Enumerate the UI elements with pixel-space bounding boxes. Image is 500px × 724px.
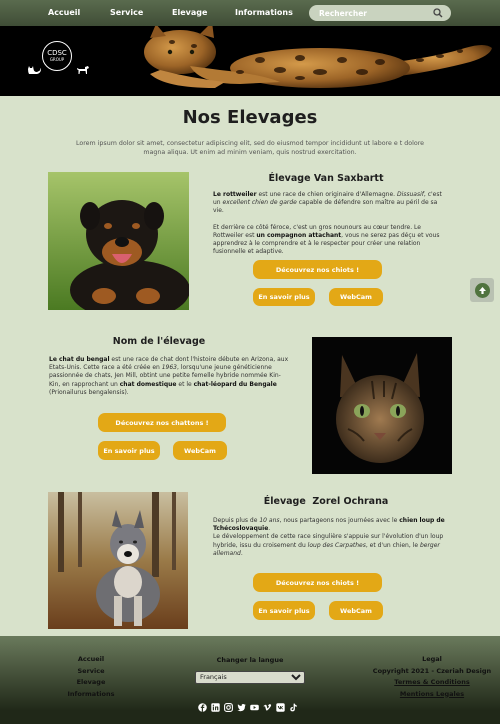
section2-text: Le chat du bengal est une race de chat d… xyxy=(49,356,289,396)
footer-link-service[interactable]: Service xyxy=(60,666,122,678)
section1-title: Élevage Van Saxbartt xyxy=(268,173,384,184)
footer-link-accueil[interactable]: Accueil xyxy=(60,654,122,666)
language-label: Changer la langue xyxy=(216,656,284,664)
search-input[interactable] xyxy=(309,7,427,19)
mentions-link[interactable]: Mentions Legales xyxy=(367,689,497,701)
learn-more-button-3[interactable]: En savoir plus xyxy=(253,601,315,620)
discover-puppies-button-3[interactable]: Découvrez nos chiots ! xyxy=(253,573,382,592)
linkedin-icon[interactable] xyxy=(211,703,220,712)
bengal-cat-photo xyxy=(312,337,452,474)
terms-link[interactable]: Termes & Conditions xyxy=(367,677,497,689)
page-title: Nos Elevages xyxy=(182,107,318,128)
arrow-up-icon xyxy=(474,282,490,298)
scroll-top-button[interactable] xyxy=(470,278,494,302)
footer-legal: Legal Copyright 2021 - Czeriah Design Te… xyxy=(367,654,497,700)
webcam-button[interactable]: WebCam xyxy=(329,288,383,306)
wolfdog-photo xyxy=(48,492,188,629)
social-icons xyxy=(198,703,298,712)
webcam-button-2[interactable]: WebCam xyxy=(173,441,227,460)
discover-kittens-button[interactable]: Découvrez nos chattons ! xyxy=(98,413,226,432)
cat-silhouette-icon xyxy=(28,66,41,74)
learn-more-button[interactable]: En savoir plus xyxy=(253,288,315,306)
webcam-button-3[interactable]: WebCam xyxy=(329,601,383,620)
top-navbar: Accueil Service Elevage Informations xyxy=(0,0,500,26)
tiktok-icon[interactable] xyxy=(289,703,298,712)
dog-silhouette-icon xyxy=(77,66,89,74)
footer-link-informations[interactable]: Informations xyxy=(60,689,122,701)
nav-service[interactable]: Service xyxy=(110,8,143,17)
section2-title: Nom de l'élevage xyxy=(112,336,206,347)
language-switcher: Changer la langue Français xyxy=(195,656,305,684)
section3-title: Élevage Zorel Ochrana xyxy=(263,496,389,507)
footer-link-elevage[interactable]: Elevage xyxy=(60,677,122,689)
section1-text: Le rottweiler est une race de chien orig… xyxy=(213,191,442,256)
rottweiler-photo xyxy=(48,172,189,310)
twitter-icon[interactable] xyxy=(237,703,246,712)
footer: Accueil Service Elevage Informations Cha… xyxy=(0,636,500,724)
vimeo-icon[interactable] xyxy=(263,703,272,712)
logo-subtext: GROUP xyxy=(49,57,65,62)
footer-links: Accueil Service Elevage Informations xyxy=(60,654,122,700)
vk-icon[interactable] xyxy=(276,703,285,712)
intro-text: Lorem ipsum dolor sit amet, consectetur … xyxy=(75,140,425,156)
bengal-cat-banner-image xyxy=(144,26,492,88)
legal-title: Legal xyxy=(422,655,442,663)
nav-accueil[interactable]: Accueil xyxy=(48,8,80,17)
facebook-icon[interactable] xyxy=(198,703,207,712)
section3-text: Depuis plus de 10 ans, nous partageons n… xyxy=(213,517,445,557)
nav-informations[interactable]: Informations xyxy=(235,8,293,17)
hero-banner: CDSC GROUP xyxy=(0,26,500,96)
youtube-icon[interactable] xyxy=(250,703,259,712)
logo-text: CDSC xyxy=(47,49,67,57)
cdsc-logo[interactable]: CDSC GROUP xyxy=(42,41,72,71)
nav-elevage[interactable]: Elevage xyxy=(172,8,207,17)
language-select[interactable]: Français xyxy=(195,670,305,684)
discover-puppies-button[interactable]: Découvrez nos chiots ! xyxy=(253,260,382,279)
search-icon[interactable] xyxy=(433,8,443,18)
copyright-text: Copyright 2021 - Czeriah Design xyxy=(372,666,492,675)
learn-more-button-2[interactable]: En savoir plus xyxy=(98,441,160,460)
search-bar xyxy=(309,5,451,21)
instagram-icon[interactable] xyxy=(224,703,233,712)
